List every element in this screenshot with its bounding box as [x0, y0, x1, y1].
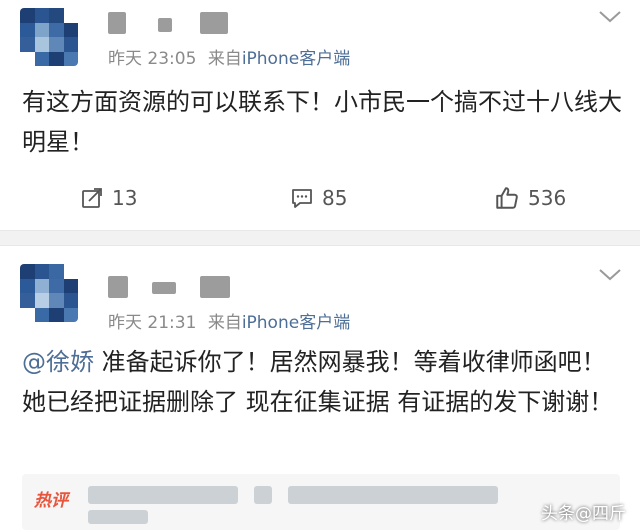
username-redacted[interactable] [108, 276, 238, 302]
watermark: 头条@四斤 [541, 504, 626, 524]
post-meta: 昨天 23:05 来自iPhone客户端 [108, 44, 350, 69]
weibo-post-1: 昨天 23:05 来自iPhone客户端 有这方面资源的可以联系下！小市民一个搞… [0, 0, 640, 230]
redacted-text [254, 486, 272, 504]
avatar[interactable] [20, 8, 78, 66]
source-prefix: 来自 [207, 49, 242, 69]
post-body: 准备起诉你了！居然网暴我！等着收律师函吧！她已经把证据删除了 现在征集证据 有证… [22, 348, 614, 416]
post-text: @徐娇 准备起诉你了！居然网暴我！等着收律师函吧！她已经把证据删除了 现在征集证… [22, 342, 622, 422]
avatar[interactable] [20, 264, 78, 322]
comment-button[interactable]: 85 [290, 178, 347, 218]
hot-comment-preview[interactable]: 热评 [22, 474, 620, 530]
post-text: 有这方面资源的可以联系下！小市民一个搞不过十八线大明星！ [22, 88, 622, 156]
post-time: 昨天 23:05 [108, 49, 197, 69]
like-icon [496, 187, 518, 209]
post-time: 昨天 21:31 [108, 313, 197, 333]
like-count: 536 [528, 186, 567, 210]
like-button[interactable]: 536 [494, 178, 566, 218]
redacted-text [88, 510, 148, 524]
redacted-text [288, 486, 498, 504]
post-divider [0, 230, 640, 246]
repost-count: 13 [112, 186, 138, 210]
chevron-down-icon[interactable] [598, 268, 622, 282]
comment-icon [292, 189, 312, 208]
username-redacted[interactable] [108, 12, 238, 38]
weibo-post-2: 昨天 21:31 来自iPhone客户端 @徐娇 准备起诉你了！居然网暴我！等着… [0, 246, 640, 530]
source-link[interactable]: iPhone客户端 [242, 313, 350, 333]
hot-comment-tag: 热评 [34, 491, 68, 511]
repost-icon [82, 188, 102, 208]
comment-count: 85 [322, 186, 348, 210]
post-meta: 昨天 21:31 来自iPhone客户端 [108, 308, 350, 333]
redacted-text [88, 486, 238, 504]
mention-link[interactable]: @徐娇 [22, 348, 94, 376]
repost-button[interactable]: 13 [80, 178, 137, 218]
source-prefix: 来自 [207, 313, 242, 333]
chevron-down-icon[interactable] [598, 10, 622, 24]
source-link[interactable]: iPhone客户端 [242, 49, 350, 69]
action-bar: 13 85 536 [0, 178, 640, 218]
